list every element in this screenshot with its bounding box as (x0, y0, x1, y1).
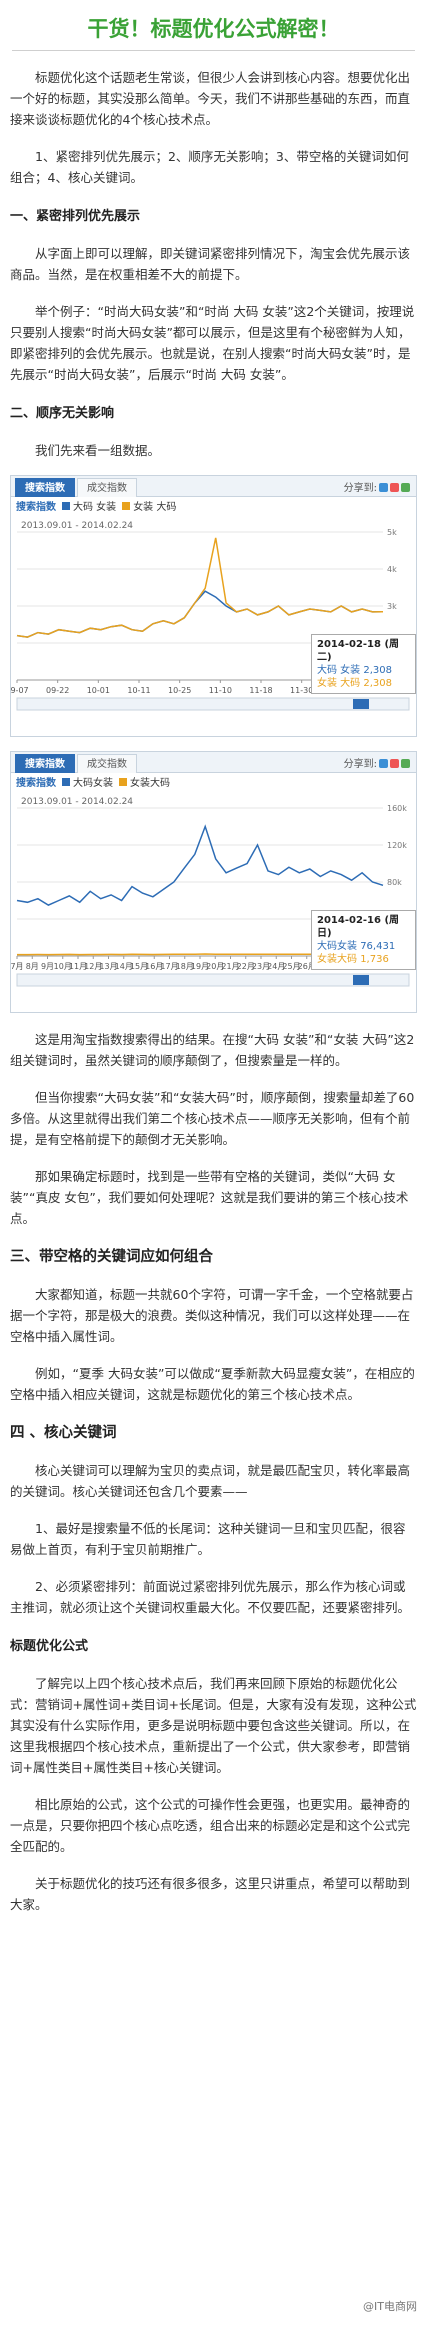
tooltip-date: 2014-02-16 (周日) (317, 915, 400, 939)
paragraph-10: 例如，“夏季 大码女装”可以做成“夏季新款大码显瘦女装”，在相应的空格中插入相应… (10, 1366, 415, 1402)
y-tick-label: 120k (387, 841, 407, 850)
article-page: 干货！标题优化公式解密！ 标题优化这个话题老生常谈，但很少人会讲到核心内容。想要… (0, 0, 427, 2325)
range-handle (353, 975, 369, 985)
y-tick-label: 4k (387, 565, 397, 574)
series-line-0 (16, 590, 384, 638)
x-tick-label: 10-01 (87, 686, 110, 695)
paragraph-12: 1、最好是搜索量不低的长尾词：这种关键词一旦和宝贝匹配，很容易做上首页，有利于宝… (10, 1521, 406, 1557)
site-watermark: @IT电商网 (363, 2300, 417, 2313)
chart-date-range: 2013.09.01 - 2014.02.24 (21, 521, 133, 531)
y-tick-label: 5k (387, 528, 397, 537)
series-line-1 (16, 537, 384, 638)
tooltip-value-a: 2,308 (363, 665, 393, 676)
x-tick-label: 11-18 (249, 686, 272, 695)
section-heading-5: 标题优化公式 (10, 1639, 89, 1654)
x-tick-label: 11-10 (209, 686, 232, 695)
paragraph-6: 这是用淘宝指数搜索得出的结果。在搜“大码 女装”和“女装 大码”这2组关键词时，… (10, 1032, 415, 1068)
tooltip-label-a: 大码女装 (317, 941, 357, 952)
tooltip-label-a: 大码 女装 (317, 665, 361, 676)
y-tick-label: 80k (387, 878, 402, 887)
chart-tooltip: 2014-02-18 (周二) 大码 女装 2,308 女装 大码 2,308 (311, 634, 416, 694)
paragraph-7: 但当你搜索“大码女装”和“女装大码”时，顺序颠倒，搜索量却差了60多倍。从这里就… (10, 1090, 415, 1147)
paragraph-4: 举个例子：“时尚大码女装”和“时尚 大码 女装”这2个关键词，按理说只要别人搜索… (10, 304, 415, 382)
intro-paragraph: 标题优化这个话题老生常谈，但很少人会讲到核心内容。想要优化出一个好的标题，其实没… (10, 70, 411, 127)
x-tick-label: 11-30 (290, 686, 313, 695)
section-heading-4: 四 、核心关键词 (10, 1425, 117, 1441)
range-handle (353, 699, 369, 709)
series-line-0 (16, 824, 384, 906)
y-tick-label: 160k (387, 804, 407, 813)
x-tick-label: 09-22 (46, 686, 69, 695)
paragraph-3: 从字面上即可以理解，即关键词紧密排列情况下，淘宝会优先展示该商品。当然，是在权重… (10, 246, 411, 282)
key-points-paragraph: 1、紧密排列优先展示；2、顺序无关影响；3、带空格的关键词如何组合；4、核心关键… (10, 149, 409, 185)
chart-date-range: 2013.09.01 - 2014.02.24 (21, 797, 133, 807)
paragraph-15: 相比原始的公式，这个公式的可操作性会更强，也更实用。最神奇的一点是，只要你把四个… (10, 1797, 411, 1854)
article-title: 干货！标题优化公式解密！ (87, 17, 340, 41)
section-heading-3: 三、带空格的关键词应如何组合 (10, 1249, 213, 1265)
tooltip-label-b: 女装大码 (317, 954, 357, 965)
search-index-chart-1: 搜索指数 成交指数 分享到: 搜索指数 大码 女装 女装 大码 2013.09.01… (10, 475, 417, 737)
tooltip-label-b: 女装 大码 (317, 678, 361, 689)
paragraph-11: 核心关键词可以理解为宝贝的卖点词，就是最匹配宝贝，转化率最高的关键词。核心关键词… (10, 1463, 411, 1499)
paragraph-8: 那如果确定标题时，找到是一些带有空格的关键词，类似“大码 女装”“真皮 女包”，… (10, 1169, 409, 1226)
x-tick-label: 8月 (26, 962, 39, 971)
paragraph-14: 了解完以上四个核心技术点后，我们再来回顾下原始的标题优化公式：营销词+属性词+类… (10, 1676, 417, 1775)
x-tick-label: 09-07 (11, 686, 29, 695)
tooltip-value-b: 1,736 (360, 954, 389, 965)
y-tick-label: 3k (387, 602, 397, 611)
tooltip-date: 2014-02-18 (周二) (317, 639, 400, 663)
section-heading-1: 一、紧密排列优先展示 (10, 209, 141, 224)
paragraph-5: 我们先来看一组数据。 (35, 443, 161, 458)
paragraph-16: 关于标题优化的技巧还有很多很多，这里只讲重点，希望可以帮助到大家。 (10, 1876, 411, 1912)
range-scrollbar (16, 973, 410, 987)
paragraph-9: 大家都知道，标题一共就60个字符，可谓一字千金，一个空格就要占据一个字符，那是极… (10, 1287, 414, 1344)
x-tick-label: 7月 (11, 962, 24, 971)
x-tick-label: 10-11 (127, 686, 150, 695)
chart-tooltip: 2014-02-16 (周日) 大码女装 76,431 女装大码 1,736 (311, 910, 416, 970)
paragraph-13: 2、必须紧密排列：前面说过紧密排列优先展示，那么作为核心词或主推词，就必须让这个… (10, 1579, 411, 1615)
x-tick-label: 10-25 (168, 686, 191, 695)
range-scrollbar (16, 697, 410, 711)
section-heading-2: 二、顺序无关影响 (10, 406, 115, 421)
search-index-chart-2: 搜索指数 成交指数 分享到: 搜索指数 大码女装 女装大码 2013.09.01 -… (10, 751, 417, 1013)
tooltip-value-a: 76,431 (360, 941, 396, 952)
x-tick-label: 9月 (41, 962, 54, 971)
tooltip-value-b: 2,308 (363, 678, 393, 689)
